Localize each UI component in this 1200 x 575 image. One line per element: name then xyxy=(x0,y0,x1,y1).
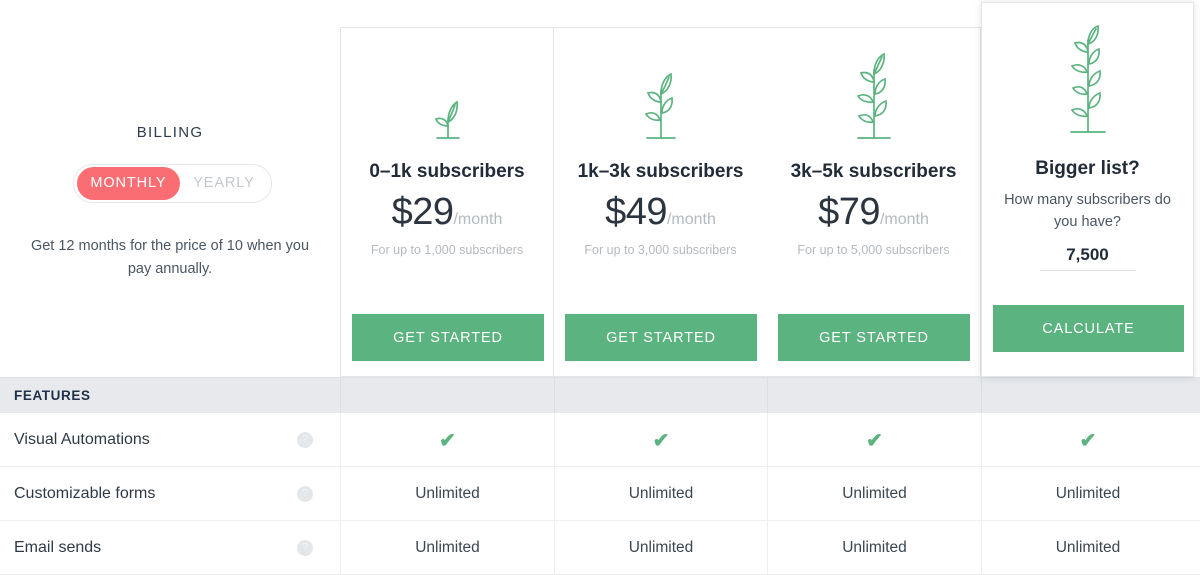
column-divider xyxy=(340,377,341,413)
help-icon[interactable]: ? xyxy=(297,432,313,448)
pricing-top-area: BILLING MONTHLY YEARLY Get 12 months for… xyxy=(0,0,1200,377)
feature-name: Visual Automations xyxy=(14,431,150,448)
feature-value-cell: Unlimited xyxy=(767,467,981,521)
feature-value-cell: Unlimited xyxy=(767,521,981,575)
sprout-small-icon xyxy=(341,82,553,144)
sprout-medium-icon xyxy=(554,62,767,144)
feature-name: Customizable forms xyxy=(14,485,156,502)
column-divider xyxy=(981,377,982,413)
feature-value-cell: Unlimited xyxy=(554,521,767,575)
pricing-card-2[interactable]: 3k–5k subscribers $79 /month For up to 5… xyxy=(767,27,981,377)
feature-value-cell: Unlimited xyxy=(340,521,554,575)
pricing-card-0[interactable]: 0–1k subscribers $29 /month For up to 1,… xyxy=(340,27,554,377)
column-divider xyxy=(767,377,768,413)
feature-value-cell: ✔ xyxy=(554,413,767,467)
feature-value-cell: Unlimited xyxy=(340,467,554,521)
plan-subtext: For up to 3,000 subscribers xyxy=(584,243,737,257)
table-row: Visual Automations ? ✔ ✔ ✔ ✔ xyxy=(0,413,1200,467)
check-icon: ✔ xyxy=(866,429,883,452)
plan-price-row: $49 /month xyxy=(554,191,767,234)
features-section-header: FEATURES xyxy=(0,377,1200,413)
calculator-question: How many subscribers do you have? xyxy=(1004,192,1171,230)
plan-price: $49 xyxy=(605,191,667,233)
billing-period-toggle[interactable]: MONTHLY YEARLY xyxy=(73,164,272,203)
plan-title: 0–1k subscribers xyxy=(369,161,525,182)
column-divider xyxy=(554,377,555,413)
get-started-button-2[interactable]: GET STARTED xyxy=(778,314,970,361)
feature-name: Email sends xyxy=(14,539,102,556)
plan-period: /month xyxy=(879,211,929,228)
plan-subtext: For up to 5,000 subscribers xyxy=(797,243,950,257)
billing-note: Get 12 months for the price of 10 when y… xyxy=(30,238,310,277)
get-started-button-1[interactable]: GET STARTED xyxy=(565,314,757,361)
plan-price-row: $29 /month xyxy=(341,191,553,234)
plan-period: /month xyxy=(453,211,503,228)
feature-value-cell: Unlimited xyxy=(981,521,1194,575)
features-label: FEATURES xyxy=(14,388,91,403)
help-icon[interactable]: ? xyxy=(297,540,313,556)
plan-price-row: $79 /month xyxy=(767,191,980,234)
calculator-title: Bigger list? xyxy=(1035,158,1140,179)
feature-value-cell: ✔ xyxy=(981,413,1194,467)
check-icon: ✔ xyxy=(652,429,670,452)
billing-column: BILLING MONTHLY YEARLY Get 12 months for… xyxy=(0,0,340,377)
table-row: Email sends ? Unlimited Unlimited Unlimi… xyxy=(0,521,1200,575)
plan-price: $29 xyxy=(391,191,454,233)
plan-subtext: For up to 1,000 subscribers xyxy=(370,243,524,257)
toggle-option-yearly[interactable]: YEARLY xyxy=(180,167,268,200)
get-started-button-0[interactable]: GET STARTED xyxy=(352,314,544,361)
sprout-large-icon xyxy=(767,44,980,144)
check-icon: ✔ xyxy=(1079,429,1097,452)
plan-price: $79 xyxy=(818,191,880,233)
calculate-button[interactable]: CALCULATE xyxy=(993,305,1184,352)
toggle-option-monthly[interactable]: MONTHLY xyxy=(77,167,180,200)
feature-value-cell: ✔ xyxy=(340,413,554,467)
feature-value-cell: Unlimited xyxy=(981,467,1194,521)
plan-title: 3k–5k subscribers xyxy=(790,161,957,182)
billing-heading: BILLING xyxy=(136,124,204,141)
feature-value-cell: ✔ xyxy=(767,413,981,467)
plan-title: 1k–3k subscribers xyxy=(577,161,744,182)
feature-value-cell: Unlimited xyxy=(554,467,767,521)
check-icon: ✔ xyxy=(439,429,456,452)
sprout-xlarge-icon xyxy=(982,18,1193,138)
subscriber-count-input[interactable] xyxy=(1039,245,1136,271)
plan-period: /month xyxy=(666,211,716,228)
pricing-card-1[interactable]: 1k–3k subscribers $49 /month For up to 3… xyxy=(554,27,768,377)
pricing-card-calculator[interactable]: Bigger list? How many subscribers do you… xyxy=(981,2,1194,377)
help-icon[interactable]: ? xyxy=(297,486,313,502)
table-row: Customizable forms ? Unlimited Unlimited… xyxy=(0,467,1200,521)
